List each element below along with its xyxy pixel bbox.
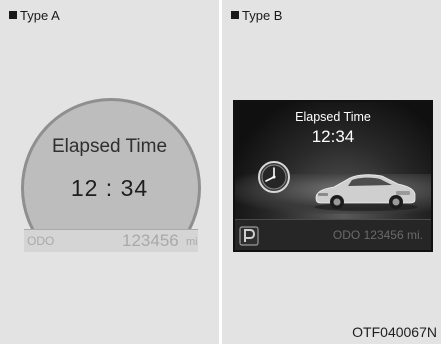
odo-label: ODO: [27, 234, 55, 248]
type-b-display: Elapsed Time 12:34 ODO 123456 mi.: [233, 100, 433, 252]
elapsed-time-title: Elapsed Time: [295, 110, 371, 124]
odometer-readout: ODO 123456 mi.: [333, 228, 423, 242]
odo-unit: mi.: [407, 228, 423, 242]
type-b-heading: Type B: [231, 8, 282, 23]
figure-code: OTF040067N: [352, 324, 437, 340]
car-icon: [314, 174, 418, 211]
odometer-bar: ODO 123456 mi.: [235, 219, 431, 250]
bullet-square-icon: [231, 11, 239, 19]
clock-icon: [258, 161, 290, 193]
elapsed-time-value: 12 : 34: [70, 175, 149, 201]
type-a-heading: Type A: [9, 8, 60, 23]
elapsed-time-title: Elapsed Time: [51, 136, 168, 157]
type-a-label: Type A: [20, 8, 60, 23]
bullet-square-icon: [9, 11, 17, 19]
odo-value: 123456: [122, 231, 179, 250]
elapsed-time-value: 12:34: [311, 127, 355, 146]
type-a-panel: Type A Elapsed Time 12 : 34 ODO 123456 m…: [0, 0, 219, 344]
type-b-label: Type B: [242, 8, 283, 23]
odo-unit: mi: [186, 236, 198, 248]
odo-label: ODO: [332, 228, 361, 242]
odo-value: 123456: [363, 228, 404, 242]
parking-icon: [239, 226, 259, 246]
